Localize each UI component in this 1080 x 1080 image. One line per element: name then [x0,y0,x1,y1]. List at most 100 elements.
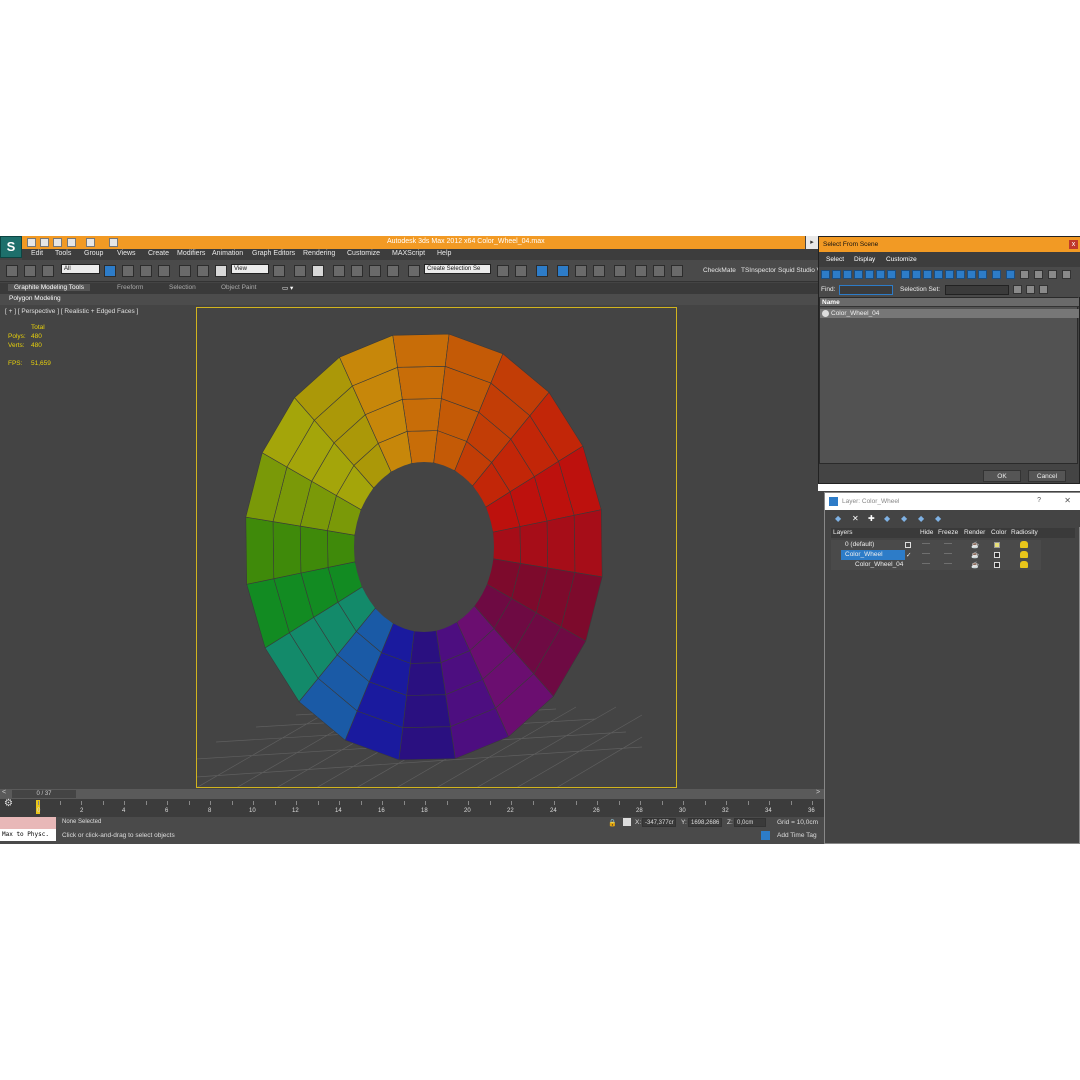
absolute-mode-icon[interactable] [623,818,631,826]
menu-create[interactable]: Create [148,250,169,257]
filter-toggle-icon[interactable] [978,270,987,279]
menu-select[interactable]: Select [826,256,844,263]
menu-group[interactable]: Group [84,250,103,257]
layer-row[interactable]: Color_Wheel_04 ---- ---- ☕ [831,560,1041,570]
named-selection-dropdown[interactable]: Create Selection Se [424,264,491,274]
slider-prev-icon[interactable]: < [2,789,6,796]
menu-animation[interactable]: Animation [212,250,243,257]
move-icon[interactable] [179,265,191,277]
current-layer-check-icon[interactable]: ✓ [906,551,911,559]
add-to-layer-icon[interactable]: ✚ [868,514,875,523]
list-item[interactable]: Color_Wheel_04 [820,309,1079,318]
layer-name[interactable]: Color_Wheel [845,551,883,558]
freeze-toggle[interactable]: ---- [944,551,952,557]
maxscript-mini-listener[interactable]: Max to Physc. [0,829,56,841]
col-hide[interactable]: Hide [920,529,933,536]
menu-display[interactable]: Display [854,256,875,263]
select-object-icon[interactable] [104,265,116,277]
menu-tools[interactable]: Tools [55,250,71,257]
col-layers[interactable]: Layers [833,529,853,536]
filter-toggle-icon[interactable] [821,270,830,279]
slider-next-icon[interactable]: > [816,789,820,796]
filter-toggle-icon[interactable] [1020,270,1029,279]
curve-editor-icon[interactable] [575,265,587,277]
spinner-snap-icon[interactable] [387,265,399,277]
close-icon[interactable]: x [1069,240,1078,249]
select-link-icon[interactable] [6,265,18,277]
ribbon-options-icon[interactable]: ▭ ▾ [282,284,293,292]
menu-edit[interactable]: Edit [31,250,43,257]
filter-toggle-icon[interactable] [1048,270,1057,279]
filter-toggle-icon[interactable] [1062,270,1071,279]
layer-color-swatch[interactable] [994,542,1000,548]
filter-toggle-icon[interactable] [992,270,1001,279]
selection-set-remove-icon[interactable] [1039,285,1048,294]
radiosity-icon[interactable] [1020,561,1028,568]
select-by-name-icon[interactable] [122,265,134,277]
layer-name[interactable]: 0 (default) [845,541,874,548]
tab-selection[interactable]: Selection [169,284,196,291]
percent-snap-icon[interactable] [369,265,381,277]
project-folder-icon[interactable] [109,238,118,247]
hide-all-layers-icon[interactable]: ◆ [918,514,924,523]
highlight-selected-layer-icon[interactable]: ◆ [901,514,907,523]
col-color[interactable]: Color [991,529,1007,536]
create-layer-icon[interactable]: ◆ [835,514,841,523]
select-objects-in-layer-icon[interactable]: ◆ [884,514,890,523]
polygon-modeling-panel[interactable]: Polygon Modeling [9,295,61,302]
maxscript-listener-top[interactable] [0,817,56,829]
menu-graph-editors[interactable]: Graph Editors [252,250,295,257]
tab-freeform[interactable]: Freeform [117,284,143,291]
ok-button[interactable]: OK [983,470,1021,482]
track-bar[interactable]: ⚙ 0 2 4 6 8 10 12 14 16 18 20 22 24 26 2… [0,798,835,817]
filter-toggle-icon[interactable] [865,270,874,279]
time-tag-icon[interactable] [761,831,770,840]
filter-toggle-icon[interactable] [876,270,885,279]
menu-modifiers[interactable]: Modifiers [177,250,205,257]
snaps-toggle-icon[interactable] [333,265,345,277]
menu-customize[interactable]: Customize [347,250,380,257]
layer-color-swatch[interactable] [994,552,1000,558]
hide-toggle[interactable]: ---- [922,561,930,567]
filter-toggle-icon[interactable] [843,270,852,279]
app-logo-button[interactable]: S [0,236,22,258]
keyboard-shortcut-icon[interactable] [312,265,324,277]
perspective-viewport[interactable]: [ + ] [ Perspective ] [ Realistic + Edge… [0,305,825,789]
freeze-all-layers-icon[interactable]: ◆ [935,514,941,523]
plugin-tsinspector[interactable]: TSInspector [741,267,776,274]
graphite-toggle-icon[interactable] [557,265,569,277]
select-manipulate-icon[interactable] [294,265,306,277]
delete-layer-icon[interactable]: ✕ [852,514,859,523]
filter-toggle-icon[interactable] [967,270,976,279]
menu-help[interactable]: Help [437,250,451,257]
time-slider[interactable]: < 0 / 37 > [0,789,825,799]
viewport-label[interactable]: [ + ] [ Perspective ] [ Realistic + Edge… [5,308,138,315]
edit-named-selection-icon[interactable] [408,265,420,277]
layer-color-swatch[interactable] [994,562,1000,568]
filter-toggle-icon[interactable] [1034,270,1043,279]
menu-views[interactable]: Views [117,250,136,257]
unlink-icon[interactable] [24,265,36,277]
time-slider-handle[interactable]: 0 / 37 [12,790,76,798]
cancel-button[interactable]: Cancel [1028,470,1066,482]
close-icon[interactable]: ✕ [1064,496,1071,505]
add-time-tag[interactable]: Add Time Tag [777,832,817,839]
plugin-squid-studio[interactable]: Squid Studio V [778,267,821,274]
freeze-toggle[interactable]: ---- [944,561,952,567]
render-teapot-icon[interactable]: ☕ [971,541,979,549]
angle-snap-icon[interactable] [351,265,363,277]
filter-toggle-icon[interactable] [945,270,954,279]
align-icon[interactable] [515,265,527,277]
filter-toggle-icon[interactable] [901,270,910,279]
layer-row[interactable]: Color_Wheel ✓ ---- ---- ☕ [831,550,1041,560]
y-coordinate-field[interactable]: 1698,2686 [688,818,722,827]
scale-icon[interactable] [215,265,227,277]
col-freeze[interactable]: Freeze [938,529,958,536]
filter-toggle-icon[interactable] [832,270,841,279]
selection-set-dropdown[interactable] [945,285,1009,295]
col-radiosity[interactable]: Radiosity [1011,529,1038,536]
render-production-icon[interactable] [671,265,683,277]
name-column-header[interactable]: Name [822,299,840,306]
menu-rendering[interactable]: Rendering [303,250,335,257]
col-render[interactable]: Render [964,529,985,536]
